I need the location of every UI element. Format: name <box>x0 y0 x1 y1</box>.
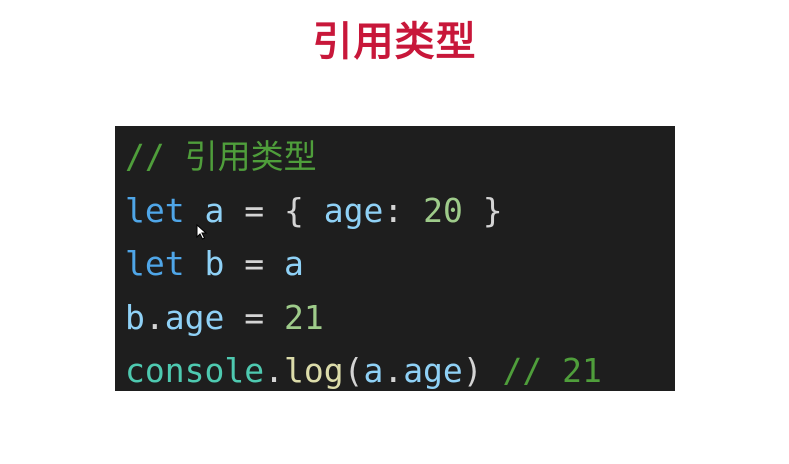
code-keyword-let: let <box>125 190 185 230</box>
code-dot: . <box>264 351 284 390</box>
code-line-5: console.log(a.age) // 21 <box>125 344 675 391</box>
code-comment: // 引用类型 <box>125 137 317 176</box>
code-line-3: let b = a <box>125 237 675 291</box>
code-variable-b: b <box>204 244 225 283</box>
code-comment: // 21 <box>502 351 602 390</box>
code-panel: // 引用类型 let a = { age: 20 } let b = a b.… <box>115 126 675 391</box>
code-line-4: b.age = 21 <box>125 291 675 345</box>
code-line-1: // 引用类型 <box>125 130 675 184</box>
code-colon: : <box>383 190 404 230</box>
code-variable-b: b <box>125 297 145 337</box>
code-function-log: log <box>283 351 344 390</box>
code-number-20: 20 <box>423 190 463 230</box>
code-brace-open: { <box>283 190 304 230</box>
code-dot: . <box>383 351 404 390</box>
code-property-age: age <box>403 351 463 390</box>
code-paren-open: ( <box>343 351 364 390</box>
slide: 引用类型 // 引用类型 let a = { age: 20 } let b =… <box>0 0 789 464</box>
code-property-age: age <box>164 297 225 337</box>
code-operator-equals: = <box>244 190 265 230</box>
code-dot: . <box>144 297 165 337</box>
code-keyword-let: let <box>125 244 185 283</box>
mouse-pointer-icon <box>196 224 208 240</box>
code-operator-equals: = <box>244 244 265 283</box>
code-property-age: age <box>323 190 384 230</box>
code-variable-a: a <box>283 244 304 283</box>
code-operator-equals: = <box>244 297 265 337</box>
code-number-21: 21 <box>283 297 324 337</box>
code-paren-close: ) <box>462 351 483 390</box>
slide-title: 引用类型 <box>312 19 477 65</box>
code-variable-a: a <box>363 351 384 390</box>
code-brace-close: } <box>482 190 503 230</box>
code-console: console <box>125 351 265 390</box>
